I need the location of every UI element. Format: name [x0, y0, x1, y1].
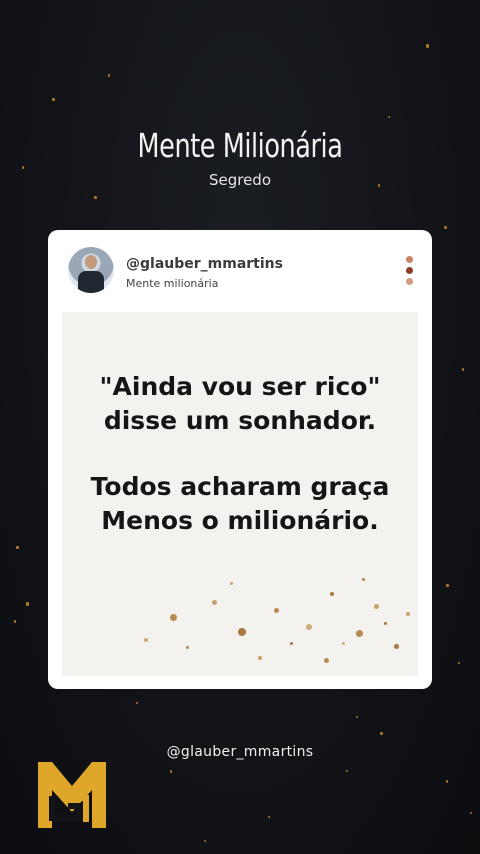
post-bio: Mente milionária: [126, 277, 219, 290]
quote-line: "Ainda vou ser rico": [99, 372, 381, 401]
vertical-dots-icon[interactable]: [406, 256, 414, 289]
page-title: Mente Milionária: [137, 126, 343, 165]
quote-image: "Ainda vou ser rico" disse um sonhador. …: [62, 312, 418, 676]
post-handle[interactable]: @glauber_mmartins: [126, 256, 283, 272]
quote-line: disse um sonhador.: [103, 406, 377, 435]
page-subtitle: Segredo: [208, 171, 272, 189]
quote-line: Menos o milionário.: [101, 506, 379, 535]
avatar[interactable]: [68, 247, 114, 293]
quote-line: Todos acharam graça: [90, 472, 390, 501]
post-header: @glauber_mmartins Mente milionária: [48, 230, 432, 310]
gm-monogram-logo: [38, 762, 106, 828]
quote-text: "Ainda vou ser rico" disse um sonhador. …: [62, 370, 418, 538]
post-card: @glauber_mmartins Mente milionária "Aind…: [48, 230, 432, 689]
